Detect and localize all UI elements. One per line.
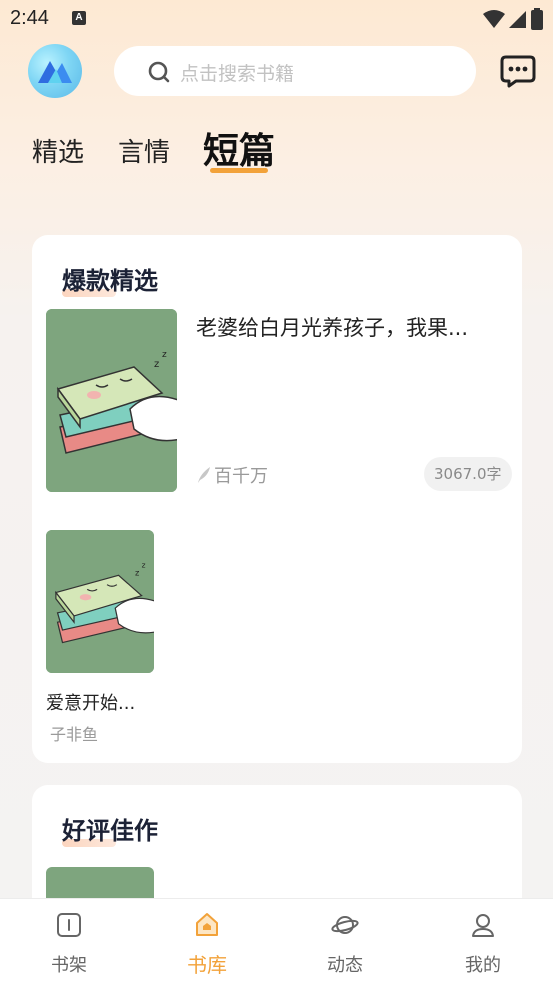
battery-icon bbox=[531, 8, 543, 30]
notification-icon: A bbox=[72, 11, 86, 25]
nav-library[interactable]: 书库 bbox=[138, 899, 276, 984]
wifi-icon bbox=[483, 10, 505, 28]
message-icon[interactable] bbox=[500, 54, 536, 88]
word-count-badge: 3067.0字 bbox=[424, 457, 512, 491]
featured-section: 爆款精选 z z 老婆给白月光养孩子，我果... 百千万 3067.0字 z z… bbox=[32, 235, 522, 763]
sleeping-book-illustration: z z bbox=[46, 309, 177, 492]
app-logo[interactable] bbox=[28, 44, 82, 98]
app-logo-icon bbox=[38, 61, 72, 83]
book-cover[interactable]: z z bbox=[46, 309, 177, 492]
svg-text:z: z bbox=[162, 350, 167, 360]
book-author: 百千万 bbox=[214, 466, 268, 487]
book-author: 子非鱼 bbox=[50, 725, 99, 744]
section-title: 好评佳作 bbox=[62, 817, 158, 845]
search-input[interactable]: 点击搜索书籍 bbox=[114, 46, 476, 96]
nav-label: 书库 bbox=[187, 953, 227, 977]
top-bar: 点击搜索书籍 bbox=[0, 42, 553, 100]
bottom-nav: 书架 书库 动态 我的 bbox=[0, 898, 553, 984]
search-placeholder: 点击搜索书籍 bbox=[180, 63, 295, 85]
book-title[interactable]: 老婆给白月光养孩子，我果... bbox=[196, 312, 496, 342]
svg-text:z: z bbox=[135, 569, 139, 578]
search-icon bbox=[148, 61, 170, 83]
profile-icon bbox=[472, 914, 494, 937]
bookshelf-icon bbox=[57, 913, 81, 937]
signal-icon bbox=[509, 11, 526, 28]
nav-bookshelf[interactable]: 书架 bbox=[0, 899, 138, 984]
book-cover[interactable]: z z bbox=[46, 530, 154, 673]
svg-text:z: z bbox=[154, 359, 159, 370]
nav-profile[interactable]: 我的 bbox=[414, 899, 552, 984]
category-tabs: 精选 言情 短篇 bbox=[0, 118, 553, 178]
status-icons bbox=[483, 8, 543, 30]
svg-text:z: z bbox=[142, 561, 146, 570]
quill-icon bbox=[198, 467, 210, 483]
active-tab-indicator bbox=[210, 168, 268, 173]
nav-label: 我的 bbox=[465, 955, 501, 976]
library-icon bbox=[196, 913, 218, 936]
nav-feed[interactable]: 动态 bbox=[276, 899, 414, 984]
book-title[interactable]: 爱意开始... bbox=[46, 689, 135, 715]
status-time: 2:44 bbox=[10, 7, 49, 29]
nav-label: 书架 bbox=[51, 955, 87, 976]
nav-label: 动态 bbox=[327, 955, 363, 976]
planet-icon bbox=[331, 916, 359, 934]
author-row: 百千万 bbox=[196, 462, 268, 488]
tab-featured[interactable]: 精选 bbox=[32, 132, 84, 169]
sleeping-book-illustration: z z bbox=[46, 530, 154, 673]
tab-short-stories[interactable]: 短篇 bbox=[203, 122, 275, 174]
section-title: 爆款精选 bbox=[62, 267, 158, 295]
status-bar: 2:44 A bbox=[0, 0, 553, 36]
tab-romance[interactable]: 言情 bbox=[118, 132, 170, 169]
